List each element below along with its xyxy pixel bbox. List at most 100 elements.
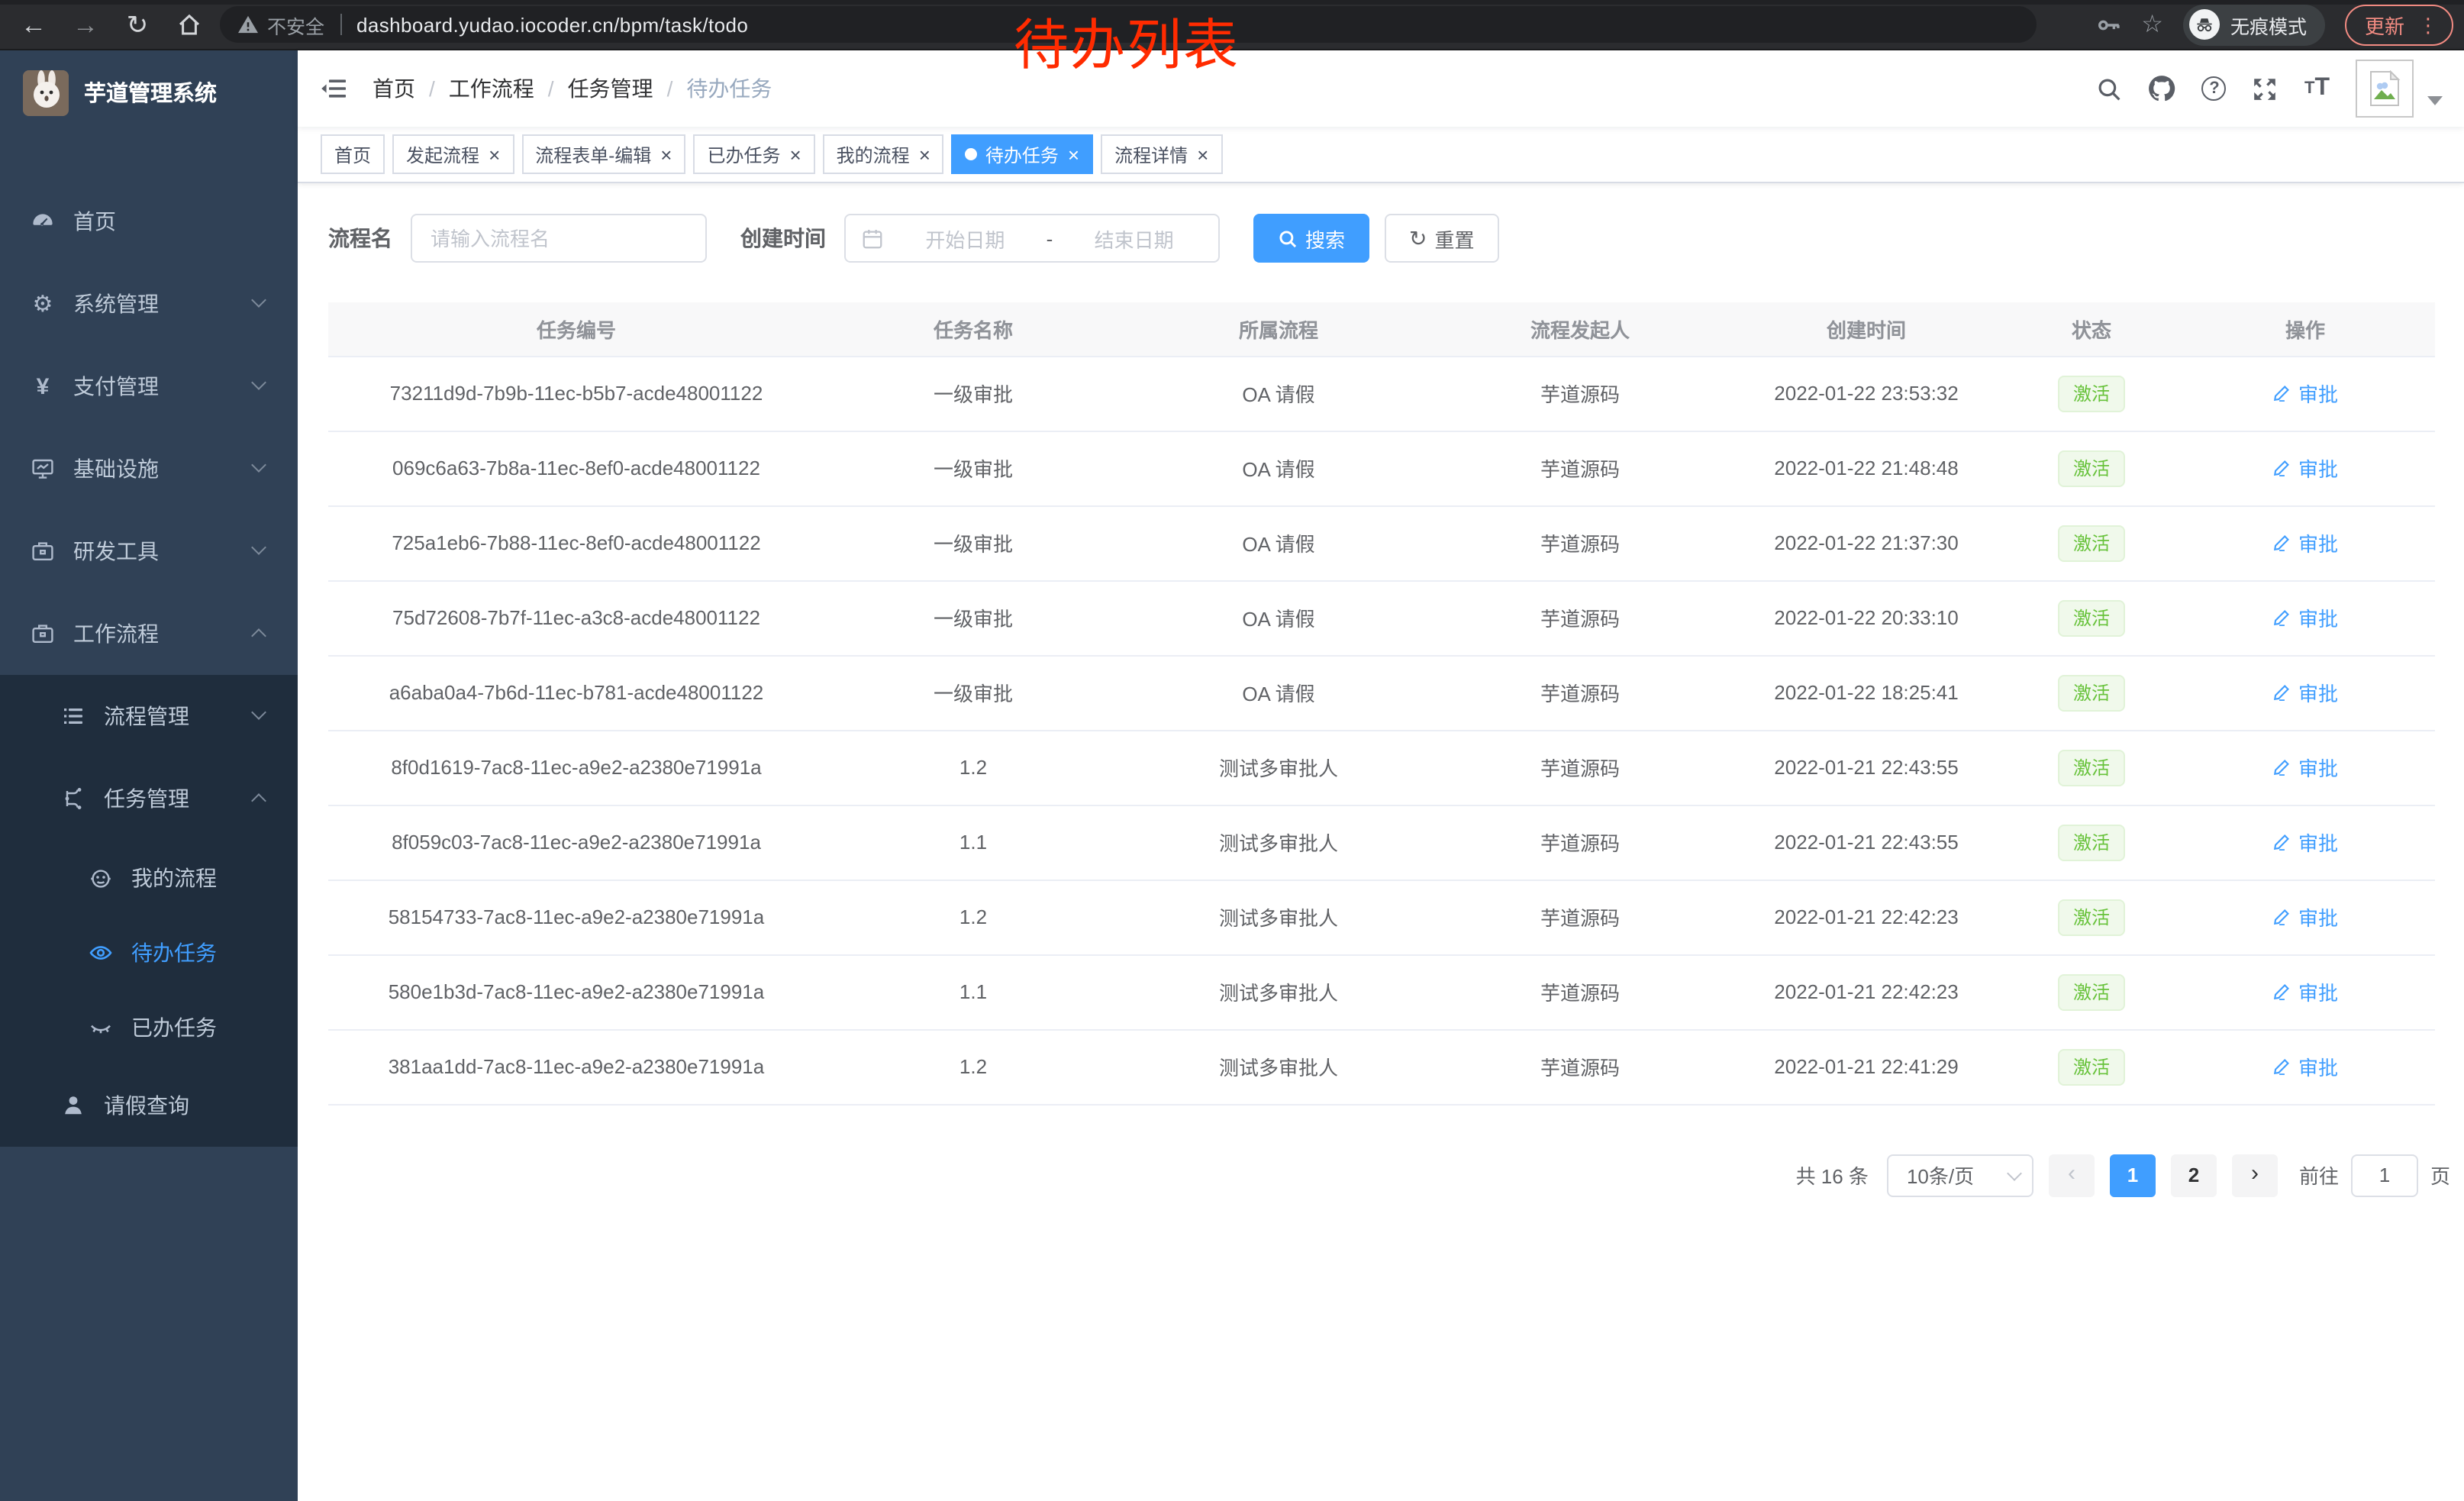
font-size-icon[interactable]: TT — [2304, 75, 2330, 102]
tab[interactable]: 流程详情 × — [1101, 134, 1222, 174]
tab-close-icon[interactable]: × — [789, 144, 801, 164]
fullscreen-icon[interactable] — [2253, 76, 2279, 102]
approve-label: 审批 — [2298, 379, 2338, 408]
process-name-label: 流程名 — [328, 223, 392, 253]
tab[interactable]: 已办任务 × — [693, 134, 814, 174]
approve-link[interactable]: 审批 — [2272, 753, 2338, 782]
start-date-placeholder[interactable]: 开始日期 — [896, 224, 1034, 253]
sidebar-item-home[interactable]: 首页 — [0, 180, 298, 263]
breadcrumb-task-mgmt[interactable]: 任务管理 — [568, 73, 653, 104]
cell-starter: 芋道源码 — [1435, 655, 1725, 730]
cell-starter: 芋道源码 — [1435, 805, 1725, 880]
table-row: 58154733-7ac8-11ec-a9e2-a2380e71991a 1.2… — [328, 880, 2435, 954]
browser-forward-icon[interactable]: → — [70, 11, 101, 37]
approve-link[interactable]: 审批 — [2272, 977, 2338, 1006]
tab-close-icon[interactable]: × — [1068, 144, 1079, 164]
sidebar-item-infra[interactable]: 基础设施 — [0, 428, 298, 510]
app-logo-row: 芋道管理系统 — [0, 50, 298, 134]
browser-home-icon[interactable] — [174, 12, 205, 37]
tab-close-icon[interactable]: × — [489, 144, 500, 164]
avatar-dropdown-caret-icon[interactable] — [2427, 96, 2443, 105]
url-text[interactable]: dashboard.yudao.iocoder.cn/bpm/task/todo — [356, 13, 748, 36]
prev-page-button[interactable]: ‹ — [2049, 1154, 2095, 1196]
goto-page-input[interactable] — [2351, 1154, 2418, 1196]
app-logo-image — [23, 69, 69, 115]
approve-link[interactable]: 审批 — [2272, 379, 2338, 408]
tab-close-icon[interactable]: × — [919, 144, 930, 164]
date-range-picker[interactable]: 开始日期 - 结束日期 — [844, 214, 1220, 263]
sidebar-item-system[interactable]: ⚙ 系统管理 — [0, 263, 298, 345]
page-button-1[interactable]: 1 — [2110, 1154, 2156, 1196]
sidebar-item-label: 研发工具 — [73, 536, 159, 567]
page-button-2[interactable]: 2 — [2171, 1154, 2217, 1196]
pagination-total: 共 16 条 — [1796, 1160, 1869, 1190]
cell-task-id: 8f059c03-7ac8-11ec-a9e2-a2380e71991a — [328, 805, 824, 880]
tab[interactable]: 待办任务 × — [952, 134, 1093, 174]
cell-task-id: 725a1eb6-7b88-11ec-8ef0-acde48001122 — [328, 505, 824, 580]
dashboard-icon — [31, 209, 55, 234]
cell-task-name: 一级审批 — [824, 655, 1122, 730]
tab-close-icon[interactable]: × — [1197, 144, 1208, 164]
github-icon[interactable] — [2149, 75, 2176, 102]
search-icon[interactable] — [2097, 76, 2123, 102]
browser-menu-kebab-icon[interactable]: ⋮ — [2418, 15, 2438, 34]
breadcrumb-home[interactable]: 首页 — [373, 73, 415, 104]
incognito-icon — [2189, 9, 2220, 40]
sidebar-item-devtools[interactable]: 研发工具 — [0, 510, 298, 592]
approve-link[interactable]: 审批 — [2272, 828, 2338, 857]
bookmark-star-icon[interactable]: ☆ — [2141, 9, 2163, 40]
approve-link[interactable]: 审批 — [2272, 528, 2338, 557]
cell-process: 测试多审批人 — [1122, 730, 1435, 805]
tab-label: 首页 — [334, 141, 371, 167]
process-name-input[interactable] — [411, 214, 707, 263]
sidebar-item-leave-query[interactable]: 请假查询 — [0, 1064, 298, 1147]
browser-reload-icon[interactable]: ↻ — [122, 11, 153, 37]
next-page-button[interactable]: › — [2232, 1154, 2278, 1196]
cell-task-name: 一级审批 — [824, 580, 1122, 655]
approve-link[interactable]: 审批 — [2272, 1052, 2338, 1081]
cell-create-time: 2022-01-21 22:43:55 — [1725, 805, 2008, 880]
browser-back-icon[interactable]: ← — [18, 11, 49, 37]
sidebar-item-payment[interactable]: ¥ 支付管理 — [0, 345, 298, 428]
sidebar-item-process-mgmt[interactable]: 流程管理 — [0, 675, 298, 757]
help-icon[interactable]: ? — [2202, 76, 2227, 101]
user-avatar-broken-image[interactable] — [2356, 60, 2414, 118]
tab-close-icon[interactable]: × — [660, 144, 672, 164]
sidebar-item-my-process[interactable]: 我的流程 — [0, 840, 298, 915]
sidebar-item-todo-tasks[interactable]: 待办任务 — [0, 915, 298, 989]
tags-view: 首页 发起流程 × 流程表单-编辑 × 已办任务 × 我的流程 × 待办任务 ×… — [298, 127, 2464, 183]
tab[interactable]: 流程表单-编辑 × — [521, 134, 685, 174]
browser-update-button[interactable]: 更新 ⋮ — [2345, 4, 2453, 45]
sidebar-collapse-icon[interactable] — [298, 76, 369, 101]
active-dot — [966, 148, 978, 160]
cell-task-name: 1.1 — [824, 954, 1122, 1029]
sidebar-item-label: 系统管理 — [73, 289, 159, 319]
cell-starter: 芋道源码 — [1435, 730, 1725, 805]
sidebar-item-label: 请假查询 — [104, 1090, 189, 1121]
sidebar-item-done-tasks[interactable]: 已办任务 — [0, 989, 298, 1064]
breadcrumb-workflow[interactable]: 工作流程 — [449, 73, 534, 104]
sidebar-item-workflow[interactable]: 工作流程 — [0, 592, 298, 675]
sidebar-item-task-mgmt[interactable]: 任务管理 — [0, 757, 298, 840]
tab[interactable]: 发起流程 × — [392, 134, 514, 174]
password-key-icon[interactable] — [2095, 11, 2121, 37]
end-date-placeholder[interactable]: 结束日期 — [1065, 224, 1203, 253]
search-button[interactable]: 搜索 — [1253, 214, 1369, 263]
incognito-badge: 无痕模式 — [2183, 4, 2325, 45]
page-suffix-label: 页 — [2430, 1160, 2450, 1190]
approve-link[interactable]: 审批 — [2272, 902, 2338, 931]
security-label[interactable]: 不安全 — [267, 10, 324, 39]
tab[interactable]: 首页 — [321, 134, 385, 174]
approve-link[interactable]: 审批 — [2272, 603, 2338, 632]
page-size-select[interactable]: 10条/页 — [1887, 1154, 2033, 1196]
approve-link[interactable]: 审批 — [2272, 678, 2338, 707]
chevron-up-icon — [251, 793, 266, 809]
approve-link[interactable]: 审批 — [2272, 454, 2338, 483]
chevron-down-icon — [2007, 1165, 2022, 1180]
tab-label: 待办任务 — [985, 141, 1059, 167]
cell-task-name: 1.2 — [824, 880, 1122, 954]
sidebar-item-label: 支付管理 — [73, 371, 159, 402]
tab[interactable]: 我的流程 × — [823, 134, 944, 174]
date-range-separator: - — [1047, 227, 1053, 250]
reset-button[interactable]: ↻ 重置 — [1385, 214, 1499, 263]
